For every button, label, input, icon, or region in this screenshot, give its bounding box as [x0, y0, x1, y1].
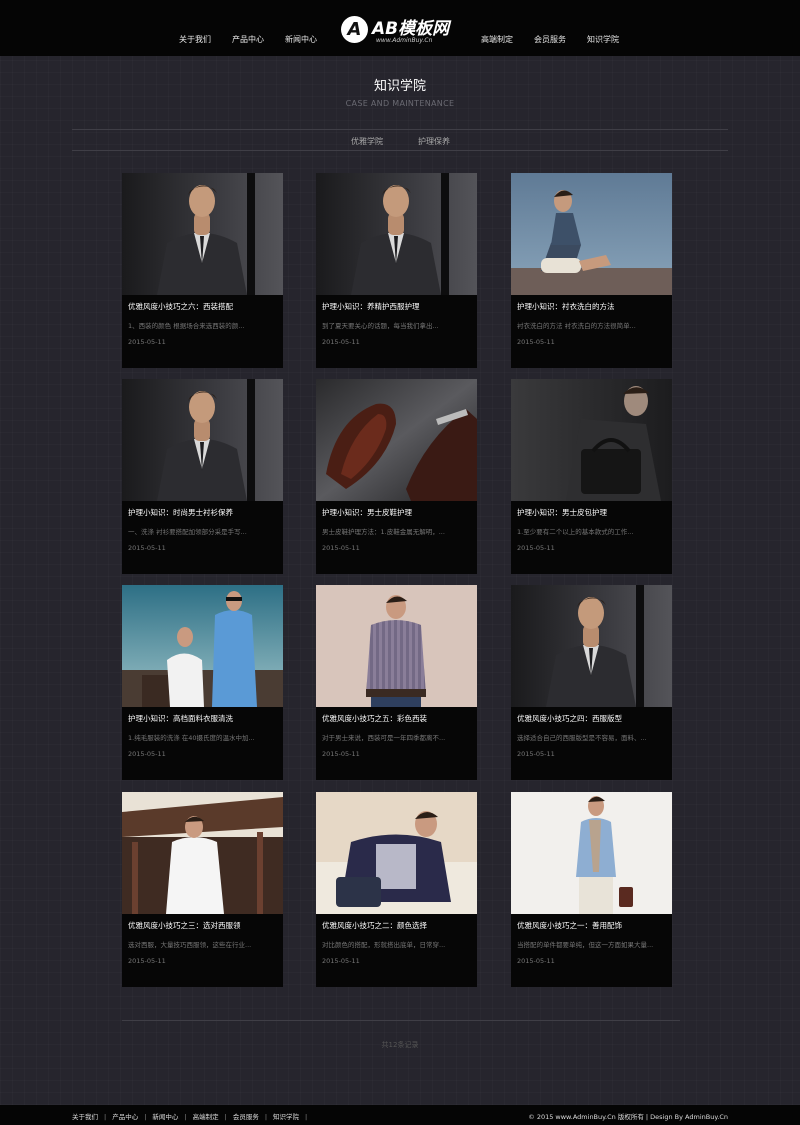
article-date: 2015-05-11 [128, 544, 166, 552]
article-card[interactable]: 护理小知识：高档面料衣服清洗 1.纯毛服装的洗涤 在40摄氏度的温水中加... … [122, 585, 283, 780]
man-in-white-suit-temple-photo[interactable] [122, 792, 283, 914]
article-card[interactable]: 护理小知识：男士皮鞋护理 男士皮鞋护理方法：1.皮鞋金属无解明，... 2015… [316, 379, 477, 574]
men-in-white-and-blue-suits-photo[interactable] [122, 585, 283, 707]
page-title: 知识学院 [373, 79, 426, 94]
separator: | [305, 1113, 308, 1121]
footer-link-custom[interactable]: 高端制定 [193, 1113, 219, 1121]
article-excerpt: 1.纯毛服装的洗涤 在40摄氏度的温水中加... [128, 734, 255, 742]
footer-link-about[interactable]: 关于我们 [72, 1113, 98, 1121]
article-title[interactable]: 护理小知识：高档面料衣服清洗 [128, 713, 278, 724]
top-navigation-bar: 关于我们 产品中心 新闻中心 A AB模板网 www.AdminBuy.Cn 高… [0, 0, 800, 56]
nav-link-about[interactable]: 关于我们 [179, 34, 211, 45]
nav-link-news[interactable]: 新闻中心 [285, 34, 317, 45]
article-card[interactable]: 护理小知识：男士皮包护理 1.至少要有二个以上的基本款式的工作... 2015-… [511, 379, 672, 574]
nav-link-products[interactable]: 产品中心 [232, 34, 264, 45]
nav-link-member[interactable]: 会员服务 [534, 34, 566, 45]
article-card[interactable]: 优雅风度小技巧之二：颜色选择 对比颜色的搭配，形就搭出底单，日常穿... 201… [316, 792, 477, 987]
man-in-gray-suit-photo[interactable] [511, 585, 672, 707]
site-logo[interactable]: A AB模板网 www.AdminBuy.Cn [341, 16, 461, 46]
man-with-scarf-photo[interactable] [511, 792, 672, 914]
article-title[interactable]: 优雅风度小技巧之二：颜色选择 [322, 920, 472, 931]
man-in-gray-suit-photo[interactable] [122, 379, 283, 501]
footer-link-member[interactable]: 会员服务 [233, 1113, 259, 1121]
article-card[interactable]: 优雅风度小技巧之一：善用配饰 当搭配的单件都要单纯，但这一方面如果大量... 2… [511, 792, 672, 987]
article-excerpt: 到了夏天要关心的话题，每当我们拿出... [322, 322, 439, 330]
subnav-elegance[interactable]: 优雅学院 [351, 136, 383, 147]
copyright-text: © 2015 www.AdminBuy.Cn 版权所有 | Design By … [528, 1113, 728, 1121]
article-title[interactable]: 护理小知识：时尚男士衬衫保养 [128, 507, 278, 518]
footer-links: 关于我们 | 产品中心 | 新闻中心 | 高端制定 | 会员服务 | 知识学院 | [72, 1111, 313, 1121]
logo-mark-icon: A [341, 16, 368, 43]
divider [72, 150, 728, 151]
article-title[interactable]: 优雅风度小技巧之六：西装搭配 [128, 301, 278, 312]
article-date: 2015-05-11 [128, 957, 166, 965]
article-date: 2015-05-11 [322, 338, 360, 346]
footer-link-news[interactable]: 新闻中心 [152, 1113, 178, 1121]
article-date: 2015-05-11 [322, 957, 360, 965]
article-card[interactable]: 护理小知识：衬衣洗白的方法 衬衣洗白的方法 衬衣洗白的方法很简单... 2015… [511, 173, 672, 368]
pagination-info: 共12条记录 [381, 1041, 419, 1049]
article-date: 2015-05-11 [517, 544, 555, 552]
article-card[interactable]: 优雅风度小技巧之五：彩色西装 对于男士来说，西装可是一年四季都离不... 201… [316, 585, 477, 780]
article-card[interactable]: 优雅风度小技巧之三：选对西服领 选对西服，大量技巧西服领，这些在行业... 20… [122, 792, 283, 987]
article-title[interactable]: 护理小知识：男士皮鞋护理 [322, 507, 472, 518]
article-excerpt: 男士皮鞋护理方法：1.皮鞋金属无解明，... [322, 528, 445, 536]
separator: | [104, 1113, 107, 1121]
article-title[interactable]: 优雅风度小技巧之一：善用配饰 [517, 920, 667, 931]
divider [72, 129, 728, 130]
separator: | [144, 1113, 147, 1121]
article-date: 2015-05-11 [128, 338, 166, 346]
nav-link-academy[interactable]: 知识学院 [587, 34, 619, 45]
article-card[interactable]: 优雅风度小技巧之六：西装搭配 1、西装的颜色 根据场合来选西装的颜... 201… [122, 173, 283, 368]
article-date: 2015-05-11 [517, 750, 555, 758]
article-excerpt: 一、洗涤 衬衫要搭配加领部分采是手写... [128, 528, 247, 536]
article-date: 2015-05-11 [322, 750, 360, 758]
article-date: 2015-05-11 [517, 957, 555, 965]
article-date: 2015-05-11 [322, 544, 360, 552]
bottom-bar: 关于我们 | 产品中心 | 新闻中心 | 高端制定 | 会员服务 | 知识学院 | © 2015 ww… [0, 1105, 800, 1125]
article-title[interactable]: 优雅风度小技巧之三：选对西服领 [128, 920, 278, 931]
article-excerpt: 1、西装的颜色 根据场合来选西装的颜... [128, 322, 245, 330]
article-card[interactable]: 护理小知识：时尚男士衬衫保养 一、洗涤 衬衫要搭配加领部分采是手写... 201… [122, 379, 283, 574]
article-title[interactable]: 优雅风度小技巧之四：西服版型 [517, 713, 667, 724]
article-excerpt: 当搭配的单件都要单纯，但这一方面如果大量... [517, 941, 654, 949]
divider [122, 1020, 680, 1021]
footer-link-academy[interactable]: 知识学院 [273, 1113, 299, 1121]
article-title[interactable]: 护理小知识：衬衣洗白的方法 [517, 301, 667, 312]
man-in-gray-suit-photo[interactable] [316, 173, 477, 295]
article-title[interactable]: 护理小知识：男士皮包护理 [517, 507, 667, 518]
article-title[interactable]: 优雅风度小技巧之五：彩色西装 [322, 713, 472, 724]
separator: | [184, 1113, 187, 1121]
article-date: 2015-05-11 [128, 750, 166, 758]
logo-title: AB模板网 [372, 19, 450, 39]
man-in-gray-suit-photo[interactable] [122, 173, 283, 295]
article-card[interactable]: 优雅风度小技巧之四：西服版型 选择适合自己的西服版型是不容易，面料、... 20… [511, 585, 672, 780]
article-excerpt: 对于男士来说，西装可是一年四季都离不... [322, 734, 446, 742]
article-excerpt: 对比颜色的搭配，形就搭出底单，日常穿... [322, 941, 446, 949]
subnav-care[interactable]: 护理保养 [418, 136, 450, 147]
man-on-sofa-photo[interactable] [316, 792, 477, 914]
separator: | [264, 1113, 268, 1121]
separator: | [224, 1113, 227, 1121]
man-in-checked-shirt-photo[interactable] [316, 585, 477, 707]
article-excerpt: 1.至少要有二个以上的基本款式的工作... [517, 528, 634, 536]
man-by-sea-photo[interactable] [511, 173, 672, 295]
leather-shoes-photo[interactable] [316, 379, 477, 501]
article-card[interactable]: 护理小知识：养精护西服护理 到了夏天要关心的话题，每当我们拿出... 2015-… [316, 173, 477, 368]
article-title[interactable]: 护理小知识：养精护西服护理 [322, 301, 472, 312]
logo-subtitle: www.AdminBuy.Cn [376, 37, 433, 44]
article-excerpt: 选对西服，大量技巧西服领，这些在行业... [128, 941, 252, 949]
man-with-leather-bag-photo[interactable] [511, 379, 672, 501]
article-date: 2015-05-11 [517, 338, 555, 346]
article-excerpt: 选择适合自己的西服版型是不容易，面料、... [517, 734, 647, 742]
article-excerpt: 衬衣洗白的方法 衬衣洗白的方法很简单... [517, 322, 636, 330]
page-subtitle: CASE AND MAINTENANCE [345, 99, 455, 108]
nav-link-custom[interactable]: 高端制定 [481, 34, 513, 45]
footer-link-products[interactable]: 产品中心 [112, 1113, 138, 1121]
